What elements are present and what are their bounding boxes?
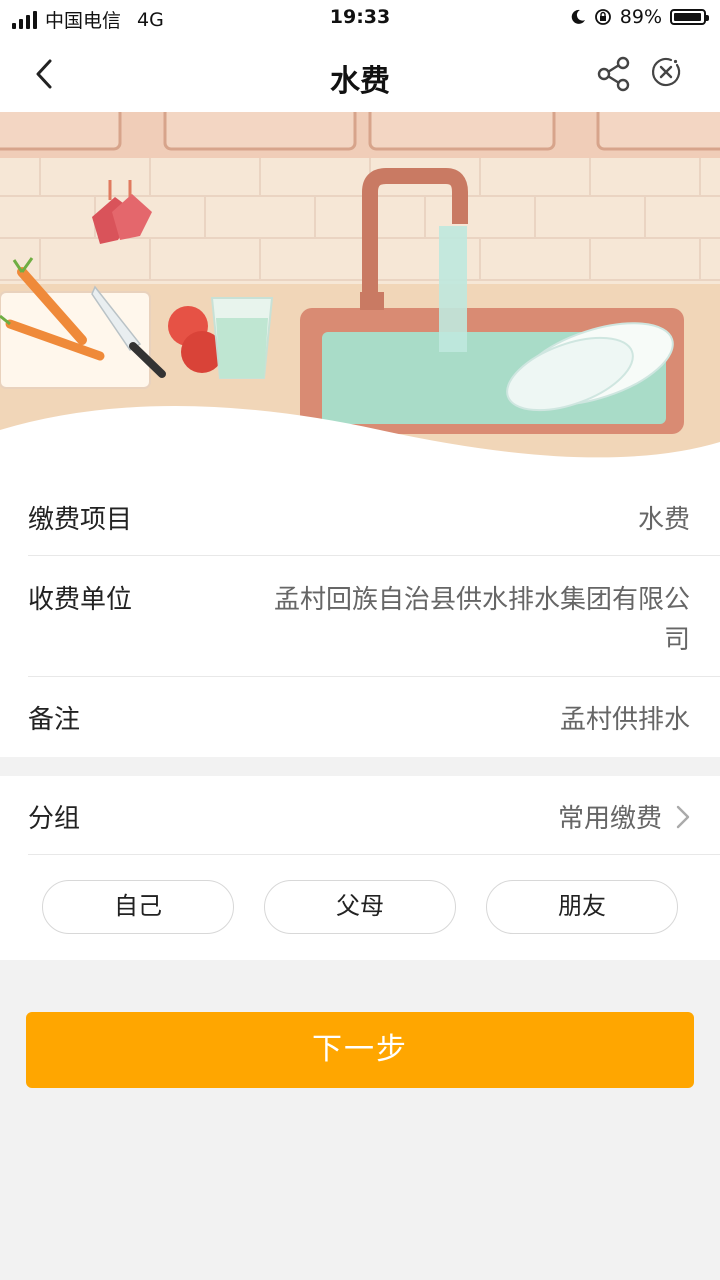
bill-details: 缴费项目 水费 收费单位 孟村回族自治县供水排水集团有限公 司 备注 孟村供排水	[0, 477, 720, 757]
divider	[28, 676, 720, 677]
payee-label: 收费单位	[28, 585, 133, 615]
nav-bar: 水费	[0, 36, 720, 112]
status-bar: 中国电信 4G 19:33 89%	[0, 0, 720, 36]
share-icon[interactable]	[594, 54, 634, 94]
moon-icon	[571, 9, 585, 24]
group-value: 常用缴费	[557, 804, 662, 834]
group-option-friends[interactable]: 朋友	[486, 880, 678, 934]
battery-icon	[670, 9, 709, 25]
remark-label: 备注	[28, 705, 81, 735]
divider	[28, 854, 720, 855]
divider	[28, 555, 720, 556]
close-icon[interactable]	[648, 54, 684, 90]
payee-value-line2: 司	[663, 625, 690, 655]
group-label: 分组	[28, 804, 81, 834]
battery-percent: 89%	[619, 6, 662, 28]
group-option-self[interactable]: 自己	[42, 880, 234, 934]
payment-item-label: 缴费项目	[28, 505, 133, 535]
chevron-right-icon[interactable]	[674, 804, 692, 830]
rotation-lock-icon	[594, 9, 611, 25]
payee-value-line1: 孟村回族自治县供水排水集团有限公	[273, 585, 690, 615]
kitchen-sink-illustration	[0, 112, 720, 478]
next-step-button[interactable]: 下一步	[26, 1012, 694, 1088]
group-section: 分组 常用缴费 自己 父母 朋友	[0, 776, 720, 960]
remark-value: 孟村供排水	[559, 705, 690, 735]
payment-item-value: 水费	[637, 505, 690, 535]
group-option-parents[interactable]: 父母	[264, 880, 456, 934]
